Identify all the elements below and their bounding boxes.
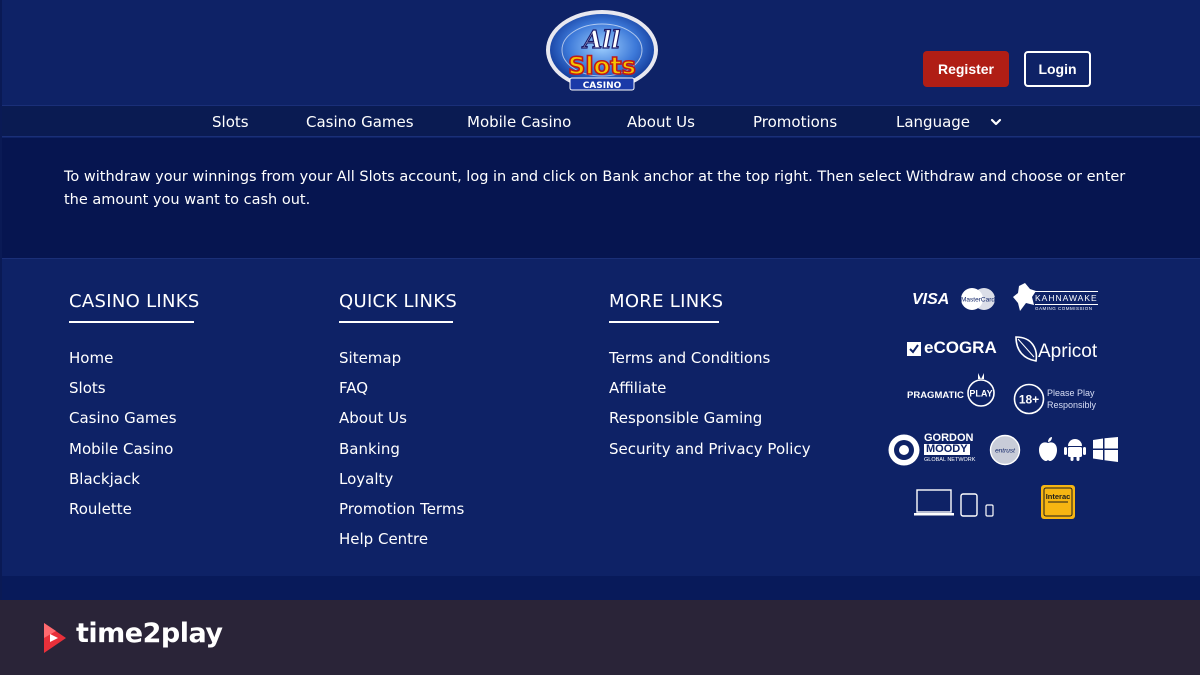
chevron-down-icon[interactable] [990,116,1002,128]
footer-bottom-band [2,576,1200,600]
age-18-plus-icon: 18+ [1013,383,1045,415]
heading-underline [69,321,194,323]
quick-links-heading: QUICK LINKS [339,291,458,312]
footer-link-slots[interactable]: Slots [69,377,200,407]
footer-link-faq[interactable]: FAQ [339,377,464,407]
main-nav: Slots Casino Games Mobile Casino About U… [2,105,1200,137]
footer-link-terms[interactable]: Terms and Conditions [609,347,811,377]
nav-item-promotions[interactable]: Promotions [753,106,837,138]
nav-item-slots[interactable]: Slots [212,106,249,138]
quick-links-column: QUICK LINKS Sitemap FAQ About Us Banking… [339,291,464,558]
site-footer: CASINO LINKS Home Slots Casino Games Mob… [2,258,1200,576]
nav-item-language[interactable]: Language [896,106,970,138]
apricot-logo: Apricot [1038,341,1098,362]
footer-link-help-centre[interactable]: Help Centre [339,528,464,558]
more-links-column: MORE LINKS Terms and Conditions Affiliat… [609,291,811,468]
footer-link-about-us[interactable]: About Us [339,407,464,437]
nav-item-about-us[interactable]: About Us [627,106,695,138]
heading-underline [339,321,453,323]
footer-link-mobile-casino[interactable]: Mobile Casino [69,438,200,468]
pragmatic-play-logo: PRAGMATIC [907,390,964,401]
ecogra-check-icon [907,342,921,356]
apricot-leaf-icon [1015,336,1038,362]
branding-bar: time2play [0,600,1200,675]
svg-text:18+: 18+ [1019,393,1039,407]
all-slots-casino-logo[interactable]: All Slots CASINO [540,8,664,94]
entrust-seal-icon: entrust [989,434,1021,466]
logo-slots-text: Slots [568,52,636,80]
apple-icon [1039,437,1057,461]
svg-text:MasterCard: MasterCard [961,297,995,304]
svg-text:entrust: entrust [995,448,1016,455]
mobile-icon [985,504,994,517]
pragmatic-play-badge-icon: PLAY [967,373,995,407]
footer-link-roulette[interactable]: Roulette [69,498,200,528]
footer-link-loyalty[interactable]: Loyalty [339,468,464,498]
withdraw-info-section: To withdraw your winnings from your All … [2,138,1200,258]
gordon-moody-emblem-icon [888,434,920,466]
casino-links-heading: CASINO LINKS [69,291,200,312]
more-links-heading: MORE LINKS [609,291,724,312]
gordon-moody-logo-line2: MOODY [924,443,970,455]
footer-link-security-privacy[interactable]: Security and Privacy Policy [609,438,811,468]
withdraw-info-text: To withdraw your winnings from your All … [64,169,1126,208]
nav-item-casino-games[interactable]: Casino Games [306,106,414,138]
partner-badges: VISA MasterCard KAHNAWAKE GAMING COMMISS… [882,279,1132,519]
mastercard-icon: MasterCard [961,288,995,310]
footer-link-banking[interactable]: Banking [339,438,464,468]
gordon-moody-logo-line3: GLOBAL NETWORK [924,457,976,463]
svg-text:PLAY: PLAY [969,389,992,399]
casino-links-column: CASINO LINKS Home Slots Casino Games Mob… [69,291,200,528]
svg-text:Interac: Interac [1046,492,1071,501]
time2play-logo-icon [44,623,66,653]
logo-casino-text: CASINO [583,81,622,91]
heading-underline [609,321,719,323]
play-responsibly-line1: Please Play [1047,388,1095,398]
kahnawake-subtitle: GAMING COMMISSION [1035,306,1093,311]
footer-link-promotion-terms[interactable]: Promotion Terms [339,498,464,528]
casino-page: All Slots CASINO Register Login Slots Ca… [0,0,1200,600]
footer-link-responsible-gaming[interactable]: Responsible Gaming [609,407,811,437]
site-header: All Slots CASINO Register Login [2,0,1200,105]
footer-link-blackjack[interactable]: Blackjack [69,468,200,498]
footer-link-casino-games[interactable]: Casino Games [69,407,200,437]
play-responsibly-line2: Responsibly [1047,400,1097,410]
visa-logo: VISA [912,291,950,308]
footer-link-sitemap[interactable]: Sitemap [339,347,464,377]
kahnawake-logo: KAHNAWAKE [1035,291,1098,305]
login-button[interactable]: Login [1024,51,1091,87]
footer-link-home[interactable]: Home [69,347,200,377]
tablet-icon [960,493,978,517]
android-icon [1064,439,1086,461]
footer-link-affiliate[interactable]: Affiliate [609,377,811,407]
interac-icon: Interac [1041,485,1075,519]
windows-icon [1093,437,1118,462]
ecogra-logo: eCOGRA [924,338,997,357]
desktop-icon [914,489,954,516]
logo-all-text: All [582,25,621,54]
time2play-wordmark: time2play [76,618,223,649]
register-button[interactable]: Register [923,51,1009,87]
nav-item-mobile-casino[interactable]: Mobile Casino [467,106,571,138]
